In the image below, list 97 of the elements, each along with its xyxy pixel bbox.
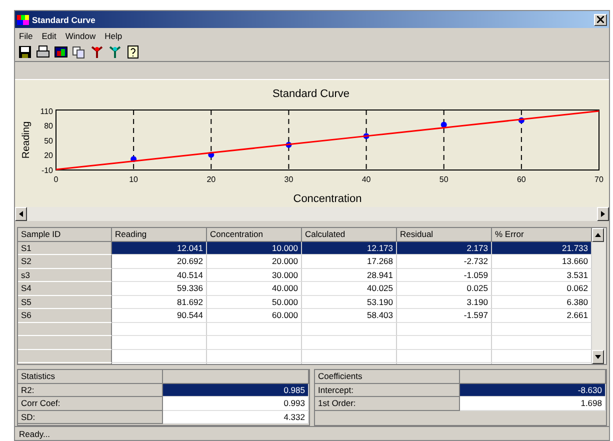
table-cell: 6.380 [492,296,592,309]
table-cell: 20.000 [207,255,302,268]
left-arrow-icon [18,211,24,217]
data-point [130,156,137,162]
column-header[interactable]: Sample ID [18,228,112,242]
table-cell: 59.336 [112,282,207,296]
x-tick-label: 20 [206,175,216,184]
stat-label: Corr Coef: [18,397,163,410]
window-title: Standard Curve [32,14,96,24]
status-text: Ready... [19,428,50,438]
row-header[interactable]: S4 [18,282,112,296]
table-cell: 3.531 [492,268,592,282]
table-cell: 53.190 [302,296,397,309]
stat-label: 1st Order: [315,397,460,410]
plant-icon[interactable] [108,45,122,59]
stat-label: R2: [18,384,163,397]
stat-label: Intercept: [315,384,460,397]
data-point [286,142,292,148]
table-cell: 17.268 [302,255,397,268]
table-cell: 30.000 [207,268,302,282]
stat-label: SD: [18,410,163,424]
column-header[interactable]: Concentration [207,228,302,242]
table-cell: 12.173 [302,242,397,255]
right-arrow-icon [600,211,606,217]
table-cell: -2.732 [397,255,492,268]
row-header[interactable]: S2 [18,255,112,268]
app-icon [17,14,29,24]
stat-value: 1.698 [460,397,606,410]
table-cell: 50.000 [207,296,302,309]
x-tick-label: 10 [129,175,138,184]
table-cell: 13.660 [492,255,592,268]
row-header[interactable]: S6 [18,309,112,322]
menu-item[interactable]: Window [65,30,96,40]
table-cell: 90.544 [112,309,207,322]
close-button[interactable] [594,14,607,26]
stat-value: -8.630 [460,384,606,397]
data-point [518,117,524,124]
y-tick-label: -10 [41,166,53,175]
table-cell: 3.190 [397,296,492,309]
down-arrow-icon [595,354,601,360]
menu-item[interactable]: Help [104,30,122,40]
table-cell: 40.514 [112,268,207,282]
row-header[interactable]: s3 [18,268,112,282]
table-cell: 81.692 [112,296,207,309]
plant-icon[interactable] [90,45,104,59]
x-tick-label: 30 [284,175,294,184]
column-header[interactable]: % Error [492,228,592,242]
table-cell: -1.059 [397,268,492,282]
column-header[interactable]: Calculated [302,228,397,242]
up-arrow-icon [595,232,601,238]
table-cell: -1.597 [397,309,492,322]
data-point [363,133,370,140]
y-axis-title: Reading [21,121,32,159]
vertical-scrollbar[interactable] [592,228,606,364]
x-tick-label: 70 [594,175,604,184]
stat-value: 0.993 [163,397,309,410]
table-cell: 2.661 [492,309,592,322]
help-icon[interactable] [126,45,140,59]
y-tick-label: 50 [44,136,53,146]
y-tick-label: 20 [44,151,53,160]
print-icon[interactable] [36,45,50,59]
menu-item[interactable]: Edit [42,30,56,40]
table-cell: 0.025 [397,282,492,296]
y-tick-label: 110 [40,106,53,116]
panel-header: Coefficients [315,370,460,384]
x-tick-label: 0 [54,175,58,184]
column-header[interactable]: Residual [397,228,492,242]
table-cell: 21.733 [492,242,592,255]
table-cell: 58.403 [302,309,397,322]
save-icon[interactable] [18,45,32,59]
menu-item[interactable]: File [19,30,33,40]
panel-header: Statistics [18,370,163,384]
row-header[interactable]: S5 [18,296,112,309]
stat-value: 4.332 [163,410,309,424]
column-header[interactable]: Reading [112,228,207,242]
data-point [440,122,447,128]
table-cell: 28.941 [302,268,397,282]
image-icon[interactable] [54,45,68,59]
x-tick-label: 40 [362,175,371,184]
x-tick-label: 50 [439,175,448,184]
data-point [208,152,214,158]
table-cell: 40.000 [207,282,302,296]
row-header[interactable]: S1 [18,242,112,255]
table-cell: 20.692 [112,255,207,268]
chart-title: Standard Curve [272,88,350,100]
table-cell: 10.000 [207,242,302,255]
x-axis-title: Concentration [293,193,362,205]
copy-icon[interactable] [72,45,86,59]
x-tick-label: 60 [516,175,526,184]
table-cell: 2.173 [397,242,492,255]
horizontal-scrollbar[interactable] [15,207,609,221]
y-tick-label: 80 [44,122,53,131]
stat-value: 0.985 [163,384,309,397]
table-cell: 12.041 [112,242,207,255]
table-cell: 60.000 [207,309,302,322]
table-cell: 40.025 [302,282,397,296]
table-cell: 0.062 [492,282,592,296]
